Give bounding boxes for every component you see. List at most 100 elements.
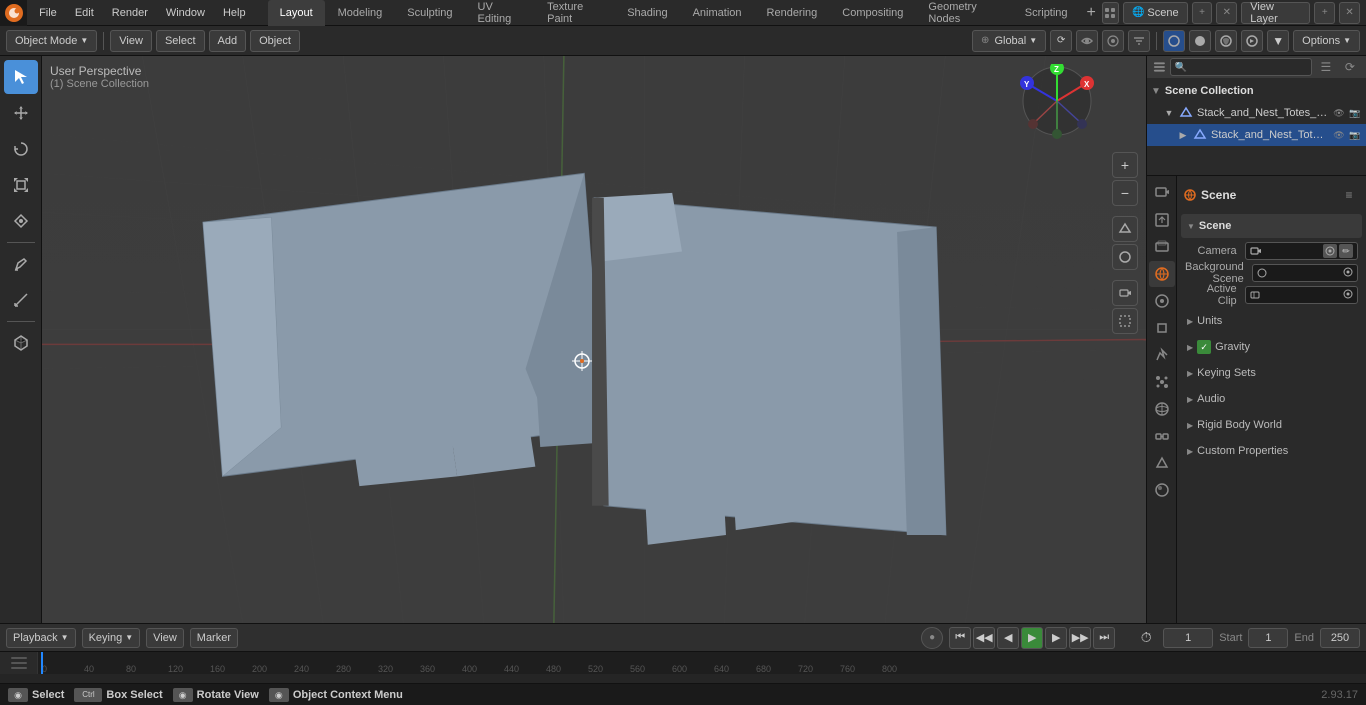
timeline-ruler[interactable]: 0 40 80 120 160 200 240 280 320 360 400 … [0, 652, 1366, 674]
menu-window[interactable]: Window [158, 5, 213, 21]
prop-tab-physics[interactable] [1149, 396, 1175, 422]
viewport-shading-solid[interactable] [1189, 30, 1211, 52]
tool-cursor[interactable] [4, 60, 38, 94]
tab-rendering[interactable]: Rendering [755, 0, 830, 26]
viewport-shading-render[interactable] [1241, 30, 1263, 52]
tool-move[interactable] [4, 96, 38, 130]
tab-compositing[interactable]: Compositing [830, 0, 915, 26]
tab-texture-paint[interactable]: Texture Paint [535, 0, 614, 26]
camera-edit-btn[interactable]: ✏ [1339, 244, 1353, 258]
outliner-expand-1[interactable]: ▼ [1163, 107, 1175, 119]
menu-render[interactable]: Render [104, 5, 156, 21]
view-menu-btn[interactable]: View [110, 30, 152, 52]
audio-section-header[interactable]: ▶ Audio [1181, 388, 1362, 410]
viewport-zoom-out-btn[interactable]: − [1112, 180, 1138, 206]
object-mode-btn[interactable]: Object Mode ▼ [6, 30, 97, 52]
outliner-item-1[interactable]: ▼ Stack_and_Nest_Totes_002 👁 📷 [1147, 102, 1366, 124]
outliner-render-1[interactable]: 📷 [1348, 106, 1362, 120]
options-btn[interactable]: Options ▼ [1293, 30, 1360, 52]
viewport-render-region-btn[interactable] [1112, 308, 1138, 334]
view-layer-selector[interactable]: View Layer [1241, 2, 1310, 24]
gravity-checkbox[interactable]: ✓ [1197, 340, 1211, 354]
keying-sets-section-header[interactable]: ▶ Keying Sets [1181, 362, 1362, 384]
prop-tab-view-layer[interactable] [1149, 234, 1175, 260]
tab-uv-editing[interactable]: UV Editing [466, 0, 535, 26]
tab-modeling[interactable]: Modeling [326, 0, 395, 26]
transform-pivot-btn[interactable]: ⟳ [1050, 30, 1072, 52]
prop-tab-output[interactable] [1149, 207, 1175, 233]
expand-scene-btn[interactable] [1102, 2, 1119, 24]
rigid-body-section-header[interactable]: ▶ Rigid Body World [1181, 414, 1362, 436]
filter-btn[interactable] [1128, 30, 1150, 52]
current-frame-input[interactable] [1163, 628, 1213, 648]
next-keyframe-btn[interactable]: ▶▶ [1069, 627, 1091, 649]
tool-add-cube[interactable] [4, 326, 38, 360]
prop-tab-scene[interactable] [1149, 261, 1175, 287]
outliner-search[interactable] [1170, 58, 1312, 76]
outliner-visibility-2[interactable]: 👁 [1332, 128, 1346, 142]
jump-start-btn[interactable]: ⏮ [949, 627, 971, 649]
viewport-shading-material[interactable] [1215, 30, 1237, 52]
outliner-visibility-1[interactable]: 👁 [1332, 106, 1346, 120]
menu-edit[interactable]: Edit [67, 5, 102, 21]
playback-btn[interactable]: Playback ▼ [6, 628, 76, 648]
tab-shading[interactable]: Shading [615, 0, 679, 26]
active-clip-value[interactable] [1245, 286, 1358, 304]
viewport-canvas[interactable]: User Perspective (1) Scene Collection X … [42, 56, 1146, 623]
select-menu-btn[interactable]: Select [156, 30, 205, 52]
jump-end-btn[interactable]: ⏭ [1093, 627, 1115, 649]
gravity-section-header[interactable]: ▶ ✓ Gravity [1181, 336, 1362, 358]
bg-scene-eyedrop[interactable] [1343, 267, 1353, 280]
prop-tab-render[interactable] [1149, 180, 1175, 206]
prop-tab-object[interactable] [1149, 315, 1175, 341]
tab-sculpting[interactable]: Sculpting [395, 0, 464, 26]
prev-keyframe-btn[interactable]: ◀◀ [973, 627, 995, 649]
nav-gizmo[interactable]: X Y Z [1020, 64, 1100, 144]
viewport-perspective-btn[interactable] [1112, 216, 1138, 242]
viewport-zoom-in-btn[interactable]: + [1112, 152, 1138, 178]
prop-tab-modifier[interactable] [1149, 342, 1175, 368]
scene-add-btn[interactable]: + [1192, 2, 1213, 24]
outliner-item-2[interactable]: ▶ Stack_and_Nest_Totes_0 👁 📷 [1147, 124, 1366, 146]
tool-transform[interactable] [4, 204, 38, 238]
prop-header-menu-btn[interactable]: ≡ [1338, 184, 1360, 206]
keying-btn[interactable]: Keying ▼ [82, 628, 141, 648]
prop-tab-constraints[interactable] [1149, 423, 1175, 449]
viewport[interactable]: User Perspective (1) Scene Collection X … [42, 56, 1146, 623]
tab-add[interactable]: + [1081, 0, 1102, 26]
tool-measure[interactable] [4, 283, 38, 317]
scene-selector[interactable]: 🌐 Scene [1123, 2, 1188, 24]
marker-btn[interactable]: Marker [190, 628, 238, 648]
tab-geometry-nodes[interactable]: Geometry Nodes [916, 0, 1011, 26]
tool-annotate[interactable] [4, 247, 38, 281]
units-section-header[interactable]: ▶ Units [1181, 310, 1362, 332]
proportional-edit-btn[interactable] [1102, 30, 1124, 52]
menu-help[interactable]: Help [215, 5, 254, 21]
prop-tab-world[interactable] [1149, 288, 1175, 314]
outliner-filter-btn[interactable]: ☰ [1316, 56, 1336, 78]
view-layer-add-btn[interactable]: + [1314, 2, 1335, 24]
snap-btn[interactable] [1076, 30, 1098, 52]
outliner-render-2[interactable]: 📷 [1348, 128, 1362, 142]
next-frame-btn[interactable]: ▶ [1045, 627, 1067, 649]
outliner-expand-2[interactable]: ▶ [1177, 129, 1189, 141]
viewport-local-btn[interactable] [1112, 244, 1138, 270]
scene-remove-btn[interactable]: ✕ [1216, 2, 1237, 24]
play-btn[interactable]: ▶ [1021, 627, 1043, 649]
tab-scripting[interactable]: Scripting [1013, 0, 1080, 26]
transform-global-btn[interactable]: ⊕ Global ▼ [972, 30, 1046, 52]
add-menu-btn[interactable]: Add [209, 30, 247, 52]
end-frame-input[interactable] [1320, 628, 1360, 648]
camera-eyedrop-btn[interactable] [1323, 244, 1337, 258]
tool-rotate[interactable] [4, 132, 38, 166]
background-scene-value[interactable] [1252, 264, 1358, 282]
tab-layout[interactable]: Layout [268, 0, 325, 26]
prop-tab-particles[interactable] [1149, 369, 1175, 395]
object-menu-btn[interactable]: Object [250, 30, 300, 52]
viewport-camera-view-btn[interactable] [1112, 280, 1138, 306]
viewport-shading-wire[interactable] [1163, 30, 1185, 52]
scene-section-header[interactable]: ▼ Scene [1181, 214, 1362, 238]
prop-tab-data[interactable] [1149, 450, 1175, 476]
start-frame-input[interactable] [1248, 628, 1288, 648]
view-layer-remove-btn[interactable]: ✕ [1339, 2, 1360, 24]
